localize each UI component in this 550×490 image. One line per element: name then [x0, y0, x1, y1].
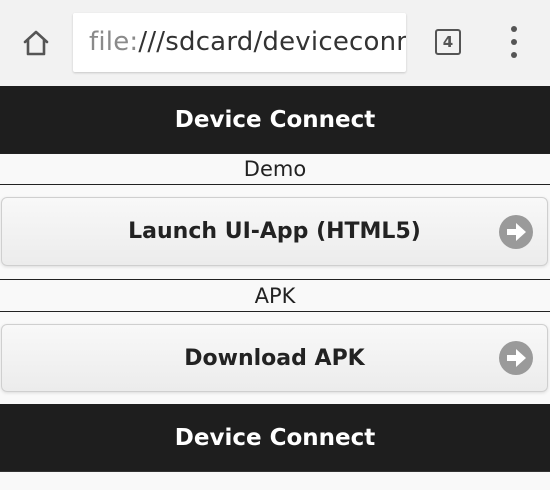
url-text: file:///sdcard/deviceconnect	[89, 27, 406, 57]
button-label: Download APK	[184, 345, 365, 371]
menu-dot-icon	[511, 39, 517, 45]
url-path: ///sdcard/deviceconnect	[138, 27, 406, 57]
home-icon	[23, 30, 49, 56]
browser-toolbar: file:///sdcard/deviceconnect 4	[0, 0, 550, 86]
section-divider-apk: APK	[0, 279, 550, 312]
url-scheme: file:	[89, 27, 139, 57]
tab-count: 4	[442, 33, 454, 51]
footer-title: Device Connect	[174, 424, 376, 451]
menu-dot-icon	[511, 52, 517, 58]
overflow-menu-button[interactable]	[502, 26, 526, 58]
menu-dot-icon	[511, 26, 517, 32]
address-bar[interactable]: file:///sdcard/deviceconnect	[73, 13, 406, 72]
download-apk-button[interactable]: Download APK	[1, 324, 548, 392]
divider-label: Demo	[243, 157, 307, 181]
home-button[interactable]	[16, 24, 56, 62]
button-label: Launch UI-App (HTML5)	[128, 219, 421, 244]
header-title: Device Connect	[174, 106, 376, 133]
arrow-right-circle-icon	[499, 214, 533, 249]
page-header: Device Connect	[0, 86, 550, 154]
arrow-right-circle-icon	[499, 341, 533, 375]
launch-ui-app-button[interactable]: Launch UI-App (HTML5)	[1, 197, 548, 266]
page-content: Device Connect Demo Launch UI-App (HTML5…	[0, 86, 550, 490]
page-footer: Device Connect	[0, 404, 550, 472]
section-divider-demo: Demo	[0, 153, 550, 185]
tabs-button[interactable]: 4	[435, 29, 461, 55]
divider-label: APK	[254, 283, 296, 308]
